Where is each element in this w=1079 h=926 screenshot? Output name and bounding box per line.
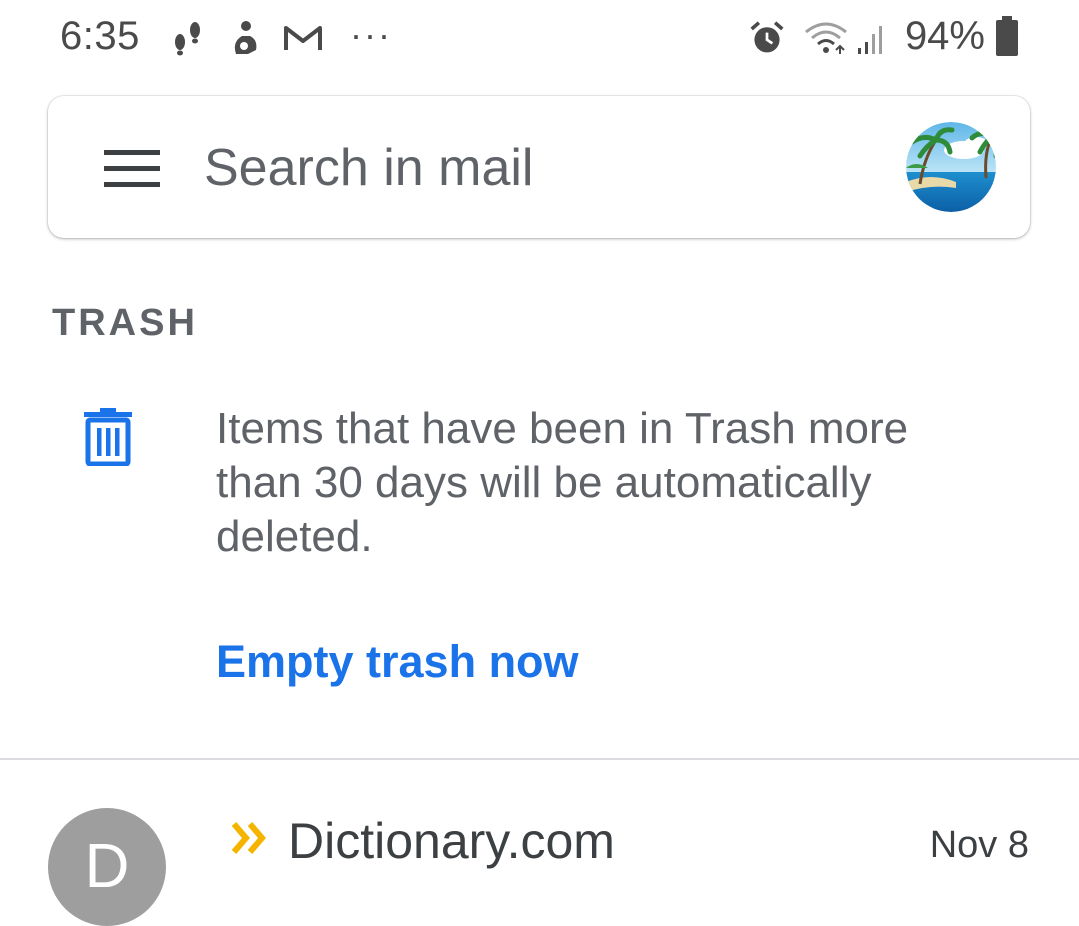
signal-icon xyxy=(858,26,882,54)
gmail-icon xyxy=(284,26,322,50)
battery-icon xyxy=(996,16,1018,56)
section-title: TRASH xyxy=(52,302,198,344)
empty-trash-button[interactable]: Empty trash now xyxy=(216,636,579,688)
trash-notice-message: Items that have been in Trash more than … xyxy=(216,404,909,561)
email-sender: Dictionary.com xyxy=(288,813,615,869)
search-bar[interactable]: Search in mail xyxy=(48,96,1030,238)
wifi-icon xyxy=(805,22,847,54)
search-input[interactable]: Search in mail xyxy=(204,138,533,198)
more-notifications-icon: ··· xyxy=(350,14,392,55)
hamburger-menu-icon[interactable] xyxy=(104,150,160,188)
steps-icon xyxy=(175,22,200,56)
importance-marker-icon[interactable] xyxy=(230,818,270,858)
account-avatar[interactable] xyxy=(906,122,996,212)
email-date: Nov 8 xyxy=(929,824,1029,866)
status-bar: 6:35 ··· 94% xyxy=(0,0,1079,80)
status-time: 6:35 xyxy=(60,14,140,58)
activity-icon xyxy=(234,21,257,54)
alarm-icon xyxy=(750,21,784,53)
battery-percentage: 94% xyxy=(904,14,985,58)
trash-icon xyxy=(84,408,132,466)
sender-avatar[interactable]: D xyxy=(48,808,166,926)
email-list-item[interactable]: D Dictionary.com Nov 8 xyxy=(0,760,1079,926)
